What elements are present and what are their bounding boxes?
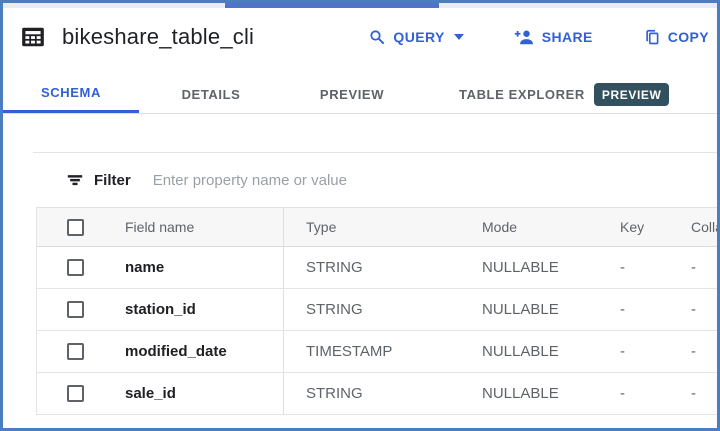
key-cell: -	[585, 259, 656, 276]
tab-preview[interactable]: PREVIEW	[313, 75, 391, 113]
mode-cell: NULLABLE	[454, 343, 585, 360]
type-cell: STRING	[283, 247, 454, 288]
mode-cell: NULLABLE	[454, 385, 585, 402]
tab-preview-label: PREVIEW	[320, 87, 384, 102]
query-button-label: QUERY	[393, 29, 444, 45]
type-cell: STRING	[283, 289, 454, 330]
horizontal-scrollbar[interactable]	[3, 3, 717, 8]
tab-details[interactable]: DETAILS	[175, 75, 247, 113]
tab-bar: SCHEMA DETAILS PREVIEW TABLE EXPLORER PR…	[3, 75, 717, 114]
field-name-cell: name	[125, 259, 283, 276]
tab-details-label: DETAILS	[182, 87, 241, 102]
key-cell: -	[585, 301, 656, 318]
schema-content: Filter Field name Type Mode Key Collatio…	[33, 152, 717, 415]
row-checkbox[interactable]	[67, 259, 84, 276]
field-name-cell: station_id	[125, 301, 283, 318]
table-body: name STRING NULLABLE - - station_id STRI…	[37, 247, 717, 415]
schema-table: Field name Type Mode Key Collation name …	[36, 207, 717, 415]
copy-button-label: COPY	[668, 29, 709, 45]
table-row: station_id STRING NULLABLE - -	[37, 289, 717, 331]
row-checkbox[interactable]	[67, 343, 84, 360]
table-header-row: Field name Type Mode Key Collation	[37, 207, 717, 247]
field-name-cell: modified_date	[125, 343, 283, 360]
query-button[interactable]: QUERY	[368, 28, 463, 46]
table-row: sale_id STRING NULLABLE - -	[37, 373, 717, 415]
filter-input[interactable]	[153, 172, 717, 189]
collation-cell: -	[656, 385, 717, 402]
table-row: name STRING NULLABLE - -	[37, 247, 717, 289]
column-header-collation: Collation	[656, 219, 717, 235]
row-checkbox[interactable]	[67, 385, 84, 402]
table-row: modified_date TIMESTAMP NULLABLE - -	[37, 331, 717, 373]
person-add-icon	[514, 28, 535, 46]
tab-schema[interactable]: SCHEMA	[3, 75, 139, 113]
preview-badge: PREVIEW	[594, 83, 670, 106]
chevron-down-icon	[454, 34, 464, 40]
select-all-checkbox[interactable]	[67, 219, 84, 236]
search-icon	[368, 28, 386, 46]
key-cell: -	[585, 385, 656, 402]
field-name-cell: sale_id	[125, 385, 283, 402]
tab-schema-label: SCHEMA	[41, 85, 101, 100]
share-button[interactable]: SHARE	[514, 28, 593, 46]
panel-header: bikeshare_table_cli QUERY	[3, 3, 717, 59]
copy-button[interactable]: COPY	[643, 28, 709, 47]
filter-icon	[66, 171, 84, 189]
row-checkbox[interactable]	[67, 301, 84, 318]
key-cell: -	[585, 343, 656, 360]
table-icon	[20, 24, 46, 50]
type-cell: STRING	[283, 373, 454, 414]
column-header-mode: Mode	[454, 219, 585, 235]
column-header-key: Key	[585, 219, 656, 235]
type-cell: TIMESTAMP	[283, 331, 454, 372]
column-header-field-name: Field name	[125, 219, 283, 235]
collation-cell: -	[656, 343, 717, 360]
mode-cell: NULLABLE	[454, 259, 585, 276]
share-button-label: SHARE	[542, 29, 593, 45]
column-header-type: Type	[283, 208, 454, 246]
mode-cell: NULLABLE	[454, 301, 585, 318]
header-actions: QUERY SHARE	[318, 28, 711, 47]
collation-cell: -	[656, 301, 717, 318]
tab-table-explorer-label: TABLE EXPLORER	[459, 87, 585, 102]
filter-bar: Filter	[33, 152, 717, 207]
tab-table-explorer[interactable]: TABLE EXPLORER PREVIEW	[459, 75, 669, 113]
copy-icon	[643, 28, 661, 47]
scrollbar-thumb[interactable]	[225, 3, 439, 8]
table-title: bikeshare_table_cli	[62, 24, 254, 50]
collation-cell: -	[656, 259, 717, 276]
filter-label: Filter	[94, 172, 131, 189]
table-details-panel: bikeshare_table_cli QUERY	[0, 0, 720, 431]
